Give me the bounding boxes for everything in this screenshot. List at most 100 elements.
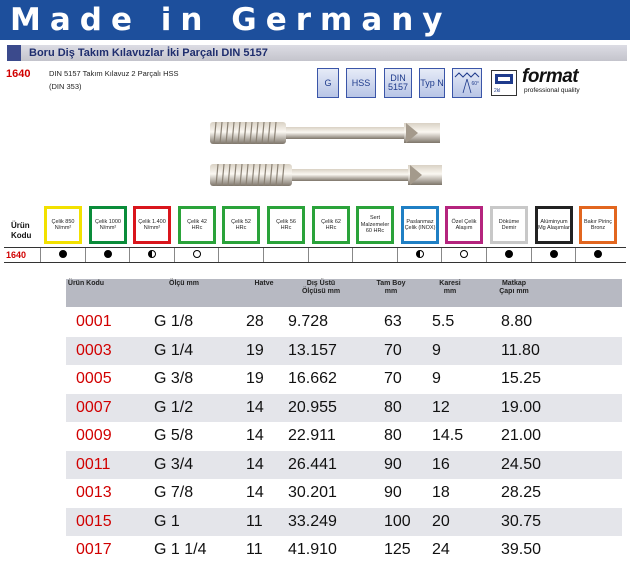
suitability-separator bbox=[531, 248, 532, 262]
cell-code: 0001 bbox=[76, 313, 112, 330]
cell-code: 0017 bbox=[76, 541, 112, 558]
cell-length: 125 bbox=[384, 541, 411, 558]
material-box-3: Çelik 42 HRc bbox=[178, 206, 216, 244]
cell-size: G 1/8 bbox=[154, 313, 194, 330]
cell-code: 0009 bbox=[76, 427, 112, 444]
cell-code: 0013 bbox=[76, 484, 112, 501]
th-outer: Dış Üstü Ölçüsü mm bbox=[301, 280, 341, 295]
th-drill: Matkap Çapı mm bbox=[499, 280, 529, 295]
table-header: Ürün Kodu Ölçü mm Hatve Dış Üstü Ölçüsü … bbox=[66, 279, 622, 307]
cell-length: 90 bbox=[384, 484, 402, 501]
cell-square: 9 bbox=[432, 370, 441, 387]
suitability-separator bbox=[85, 248, 86, 262]
material-label: Çelik 62 HRc bbox=[321, 218, 341, 232]
table-row: 0005 G 3/8 19 16.662 70 9 15.25 bbox=[66, 365, 622, 394]
suitability-separator bbox=[40, 248, 41, 262]
cell-outer: 22.911 bbox=[288, 427, 336, 444]
badge-din: DIN 5157 bbox=[384, 68, 412, 98]
table-row: 0003 G 1/4 19 13.157 70 9 11.80 bbox=[66, 336, 622, 365]
suitability-separator bbox=[308, 248, 309, 262]
suitability-dot-half bbox=[148, 250, 156, 258]
material-label: Alüminyum Mg Alaşımlar bbox=[538, 218, 570, 232]
cell-drill: 21.00 bbox=[501, 427, 542, 444]
cell-drill: 28.25 bbox=[501, 484, 542, 501]
product-description: DIN 5157 Takım Kılavuz 2 Parçalı HSS bbox=[49, 69, 179, 78]
grade-label: 2kl bbox=[494, 88, 501, 94]
suitability-separator bbox=[263, 248, 264, 262]
suitability-dot-full bbox=[594, 250, 602, 258]
materials-suitability-row: 1640 bbox=[4, 247, 626, 263]
product-code: 1640 bbox=[6, 68, 31, 80]
material-label: Çelik 42 HRc bbox=[187, 218, 207, 232]
badge-type: Typ N bbox=[419, 68, 445, 98]
suitability-separator bbox=[397, 248, 398, 262]
tap-image-upper bbox=[210, 121, 440, 145]
table-row: 0017 G 1 1/4 11 41.910 125 24 39.50 bbox=[66, 536, 622, 565]
format-logo: format bbox=[522, 66, 579, 87]
title-marker bbox=[7, 45, 21, 61]
th-pitch: Hatve bbox=[254, 280, 274, 287]
material-label: Çelik 1.400 N/mm² bbox=[138, 218, 166, 232]
suitability-separator bbox=[352, 248, 353, 262]
suitability-separator bbox=[129, 248, 130, 262]
material-box-7: Sert Malzemeler 60 HRc bbox=[356, 206, 394, 244]
th-square: Karesi mm bbox=[439, 280, 461, 295]
suitability-separator bbox=[486, 248, 487, 262]
material-box-4: Çelik 52 HRc bbox=[222, 206, 260, 244]
cell-length: 90 bbox=[384, 455, 402, 473]
material-label: Özel Çelik Alaşım bbox=[451, 218, 477, 232]
suitability-separator bbox=[441, 248, 442, 262]
cell-drill: 19.00 bbox=[501, 398, 542, 416]
cell-outer: 33.249 bbox=[288, 512, 337, 530]
material-box-6: Çelik 62 HRc bbox=[312, 206, 350, 244]
table-row: 0011 G 3/4 14 26.441 90 16 24.50 bbox=[66, 450, 622, 479]
cell-outer: 20.955 bbox=[288, 398, 337, 416]
suitability-dot-half bbox=[416, 250, 424, 258]
suitability-separator bbox=[218, 248, 219, 262]
th-size: Ölçü mm bbox=[169, 280, 199, 287]
material-label: Çelik 850 N/mm² bbox=[51, 218, 75, 232]
badge-hss: HSS bbox=[346, 68, 376, 98]
suitability-dot-full bbox=[505, 250, 513, 258]
cell-drill: 24.50 bbox=[501, 455, 542, 473]
cell-outer: 26.441 bbox=[288, 455, 337, 473]
cell-drill: 11.80 bbox=[501, 341, 540, 359]
cell-code: 0003 bbox=[76, 341, 112, 359]
material-box-0: Çelik 850 N/mm² bbox=[44, 206, 82, 244]
cell-size: G 1/4 bbox=[154, 341, 194, 359]
material-box-10: Döküme Demir bbox=[490, 206, 528, 244]
product-title-bar: Boru Diş Takım Kılavuzlar İki Parçalı DI… bbox=[7, 45, 627, 61]
table-row: 0001 G 1/8 28 9.728 63 5.5 8.80 bbox=[66, 308, 622, 337]
material-box-11: Alüminyum Mg Alaşımlar bbox=[535, 206, 573, 244]
made-in-germany-banner: Made in Germany bbox=[0, 0, 630, 40]
cell-outer: 30.201 bbox=[288, 484, 337, 501]
cell-size: G 7/8 bbox=[154, 484, 194, 501]
suitability-separator bbox=[575, 248, 576, 262]
tap-image-lower bbox=[210, 163, 442, 187]
cell-length: 80 bbox=[384, 398, 402, 416]
material-box-12: Bakır Pirinç Bronz bbox=[579, 206, 617, 244]
cell-code: 0007 bbox=[76, 398, 112, 416]
cell-pitch: 14 bbox=[246, 427, 264, 444]
cell-pitch: 19 bbox=[246, 341, 264, 359]
badge-thread-g: G bbox=[317, 68, 339, 98]
suitability-separator bbox=[174, 248, 175, 262]
cell-pitch: 14 bbox=[246, 484, 264, 501]
cell-drill: 30.75 bbox=[501, 512, 542, 530]
cell-square: 5.5 bbox=[432, 313, 455, 330]
suitability-dot-full bbox=[550, 250, 558, 258]
material-box-1: Çelik 1000 N/mm² bbox=[89, 206, 127, 244]
cell-pitch: 19 bbox=[246, 370, 264, 387]
table-row: 0013 G 7/8 14 30.201 90 18 28.25 bbox=[66, 479, 622, 508]
banner-text: Made in Germany bbox=[10, 2, 452, 38]
cell-outer: 13.157 bbox=[288, 341, 337, 359]
format-tagline: professional quality bbox=[524, 87, 580, 94]
cell-size: G 3/8 bbox=[154, 370, 194, 387]
material-box-2: Çelik 1.400 N/mm² bbox=[133, 206, 171, 244]
th-code: Ürün Kodu bbox=[67, 280, 105, 287]
cell-pitch: 14 bbox=[246, 398, 264, 416]
cell-length: 70 bbox=[384, 370, 402, 387]
material-label: Paslanmaz Çelik (INOX) bbox=[404, 218, 436, 232]
cell-code: 0005 bbox=[76, 370, 112, 387]
cell-size: G 3/4 bbox=[154, 455, 194, 473]
